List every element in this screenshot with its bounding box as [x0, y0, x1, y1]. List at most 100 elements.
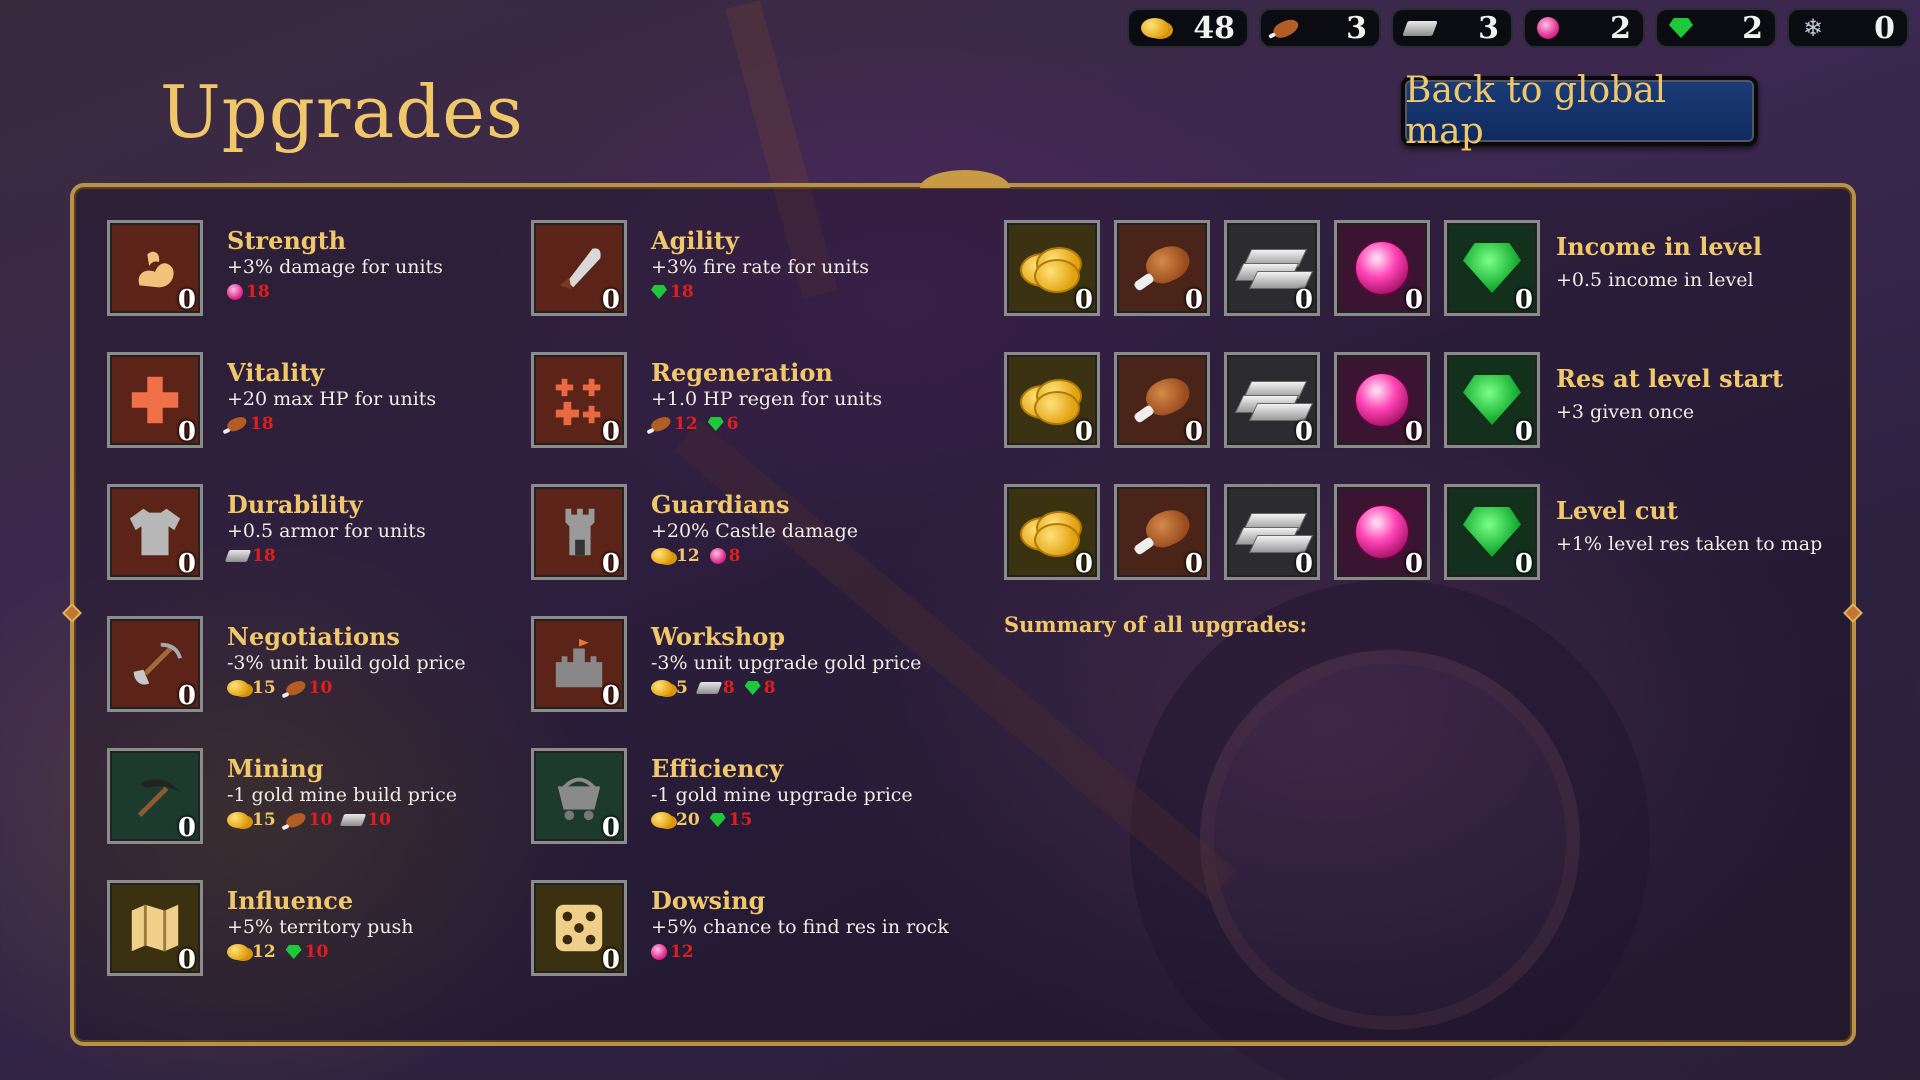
cost-amount: 12	[674, 414, 698, 434]
upgrade-dowsing[interactable]: 0 Dowsing +5% chance to find res in rock…	[531, 880, 951, 980]
upgrade-tile[interactable]: 0	[107, 748, 203, 844]
resource-upgrade-tile-pearl[interactable]: 0	[1334, 220, 1430, 316]
resource-upgrade-tile-iron[interactable]: 0	[1224, 220, 1320, 316]
cost-item: 5	[651, 678, 688, 698]
cost-amount: 10	[308, 810, 333, 830]
pickaxe-icon	[137, 779, 181, 818]
resource-upgrade-row-cut: 0 0 0 0 0	[1004, 484, 1540, 580]
upgrade-name: Level cut	[1556, 496, 1678, 525]
cost-item: 12	[651, 942, 694, 962]
upgrade-name: Durability	[227, 490, 363, 519]
iron-ingot-icon	[340, 814, 367, 826]
emerald-icon	[1463, 375, 1521, 425]
cost-item: 6	[707, 414, 739, 434]
resource-upgrade-tile-meat[interactable]: 0	[1114, 220, 1210, 316]
emerald-icon	[709, 813, 726, 827]
upgrade-description: -3% unit upgrade gold price	[651, 652, 922, 674]
tower-icon	[565, 508, 595, 556]
cost-item: 8	[695, 678, 735, 698]
meat-icon	[1271, 15, 1301, 41]
upgrade-influence[interactable]: 0 Influence +5% territory push 12 10	[107, 880, 527, 980]
cost-amount: 10	[304, 942, 329, 962]
upgrade-description: +1.0 HP regen for units	[651, 388, 883, 410]
castle-icon	[555, 638, 603, 688]
cost-item: 18	[224, 546, 276, 566]
upgrade-regeneration[interactable]: 0 Regeneration +1.0 HP regen for units 1…	[531, 352, 951, 452]
upgrade-description: +5% territory push	[227, 916, 414, 938]
upgrade-cost: 12 8	[651, 546, 741, 566]
resource-upgrade-tile-iron[interactable]: 0	[1224, 352, 1320, 448]
upgrade-name: Agility	[651, 226, 739, 255]
upgrade-level: 0	[601, 945, 620, 975]
upgrade-level: 0	[601, 285, 620, 315]
upgrade-durability[interactable]: 0 Durability +0.5 armor for units 18	[107, 484, 527, 584]
resource-snow: ❄ 0	[1787, 8, 1909, 48]
upgrade-tile[interactable]: 0	[531, 616, 627, 712]
upgrade-level: 0	[177, 681, 196, 711]
upgrade-level: 0	[601, 813, 620, 843]
upgrade-strength[interactable]: 0 Strength +3% damage for units 18	[107, 220, 527, 320]
resource-upgrade-tile-gold[interactable]: 0	[1004, 220, 1100, 316]
upgrade-level: 0	[1404, 285, 1423, 315]
upgrade-negotiations[interactable]: 0 Negotiations -3% unit build gold price…	[107, 616, 527, 716]
upgrade-cost: 15 10	[227, 678, 332, 698]
upgrade-tile[interactable]: 0	[107, 880, 203, 976]
upgrade-agility[interactable]: 0 Agility +3% fire rate for units 18	[531, 220, 951, 320]
upgrade-tile[interactable]: 0	[531, 880, 627, 976]
cost-amount: 15	[728, 810, 753, 830]
gold-coins-icon	[227, 680, 249, 696]
resource-upgrade-tile-meat[interactable]: 0	[1114, 484, 1210, 580]
upgrade-tile[interactable]: 0	[107, 352, 203, 448]
resource-upgrade-tile-gold[interactable]: 0	[1004, 484, 1100, 580]
upgrade-tile[interactable]: 0	[531, 484, 627, 580]
upgrade-level: 0	[1294, 285, 1313, 315]
upgrade-tile[interactable]: 0	[531, 748, 627, 844]
upgrade-efficiency[interactable]: 0 Efficiency -1 gold mine upgrade price …	[531, 748, 951, 848]
shovel-pick-icon	[133, 642, 182, 685]
resource-upgrade-tile-pearl[interactable]: 0	[1334, 484, 1430, 580]
emerald-icon	[1463, 243, 1521, 293]
resource-upgrade-tile-emerald[interactable]: 0	[1444, 220, 1540, 316]
upgrade-tile[interactable]: 0	[107, 220, 203, 316]
cost-amount: 18	[670, 282, 694, 302]
cost-item: 15	[227, 810, 276, 830]
resource-upgrade-tile-emerald[interactable]: 0	[1444, 352, 1540, 448]
upgrade-vitality[interactable]: 0 Vitality +20 max HP for units 18	[107, 352, 527, 452]
upgrade-name: Mining	[227, 754, 324, 783]
pearl-icon	[1354, 372, 1410, 428]
resource-upgrade-row-start: 0 0 0 0 0	[1004, 352, 1540, 448]
multi-cross-icon	[555, 378, 601, 426]
cost-item: 20	[651, 810, 700, 830]
upgrade-guardians[interactable]: 0 Guardians +20% Castle damage 12 8	[531, 484, 951, 584]
resource-iron: 3	[1391, 8, 1513, 48]
upgrade-tile[interactable]: 0	[531, 352, 627, 448]
upgrade-name: Guardians	[651, 490, 790, 519]
cost-amount: 5	[676, 678, 688, 698]
upgrade-tile[interactable]: 0	[531, 220, 627, 316]
upgrade-tile[interactable]: 0	[107, 484, 203, 580]
upgrade-level: 0	[1184, 549, 1203, 579]
cost-item: 8	[709, 546, 741, 566]
back-to-global-map-button[interactable]: Back to global map	[1401, 70, 1758, 152]
upgrade-level: 0	[601, 549, 620, 579]
upgrade-name: Res at level start	[1556, 364, 1784, 393]
upgrade-cost: 18	[227, 282, 270, 302]
mine-cart-icon	[557, 777, 601, 821]
resource-upgrade-tile-emerald[interactable]: 0	[1444, 484, 1540, 580]
armor-shirt-icon	[129, 508, 181, 556]
upgrade-cost: 18	[225, 414, 274, 434]
resource-upgrade-row-income: 0 0 0 0 0	[1004, 220, 1540, 316]
upgrade-tile[interactable]: 0	[107, 616, 203, 712]
iron-ingot-icon	[695, 682, 723, 694]
gold-coins-icon	[651, 548, 673, 564]
upgrade-level: 0	[1294, 549, 1313, 579]
resource-upgrade-tile-iron[interactable]: 0	[1224, 484, 1320, 580]
resource-upgrade-tile-gold[interactable]: 0	[1004, 352, 1100, 448]
cost-amount: 12	[676, 546, 700, 566]
upgrade-description: +3% damage for units	[227, 256, 443, 278]
resource-upgrade-tile-meat[interactable]: 0	[1114, 352, 1210, 448]
upgrade-mining[interactable]: 0 Mining -1 gold mine build price 15 10 …	[107, 748, 527, 848]
pearl-icon	[227, 284, 243, 300]
resource-upgrade-tile-pearl[interactable]: 0	[1334, 352, 1430, 448]
upgrade-workshop[interactable]: 0 Workshop -3% unit upgrade gold price 5…	[531, 616, 951, 716]
